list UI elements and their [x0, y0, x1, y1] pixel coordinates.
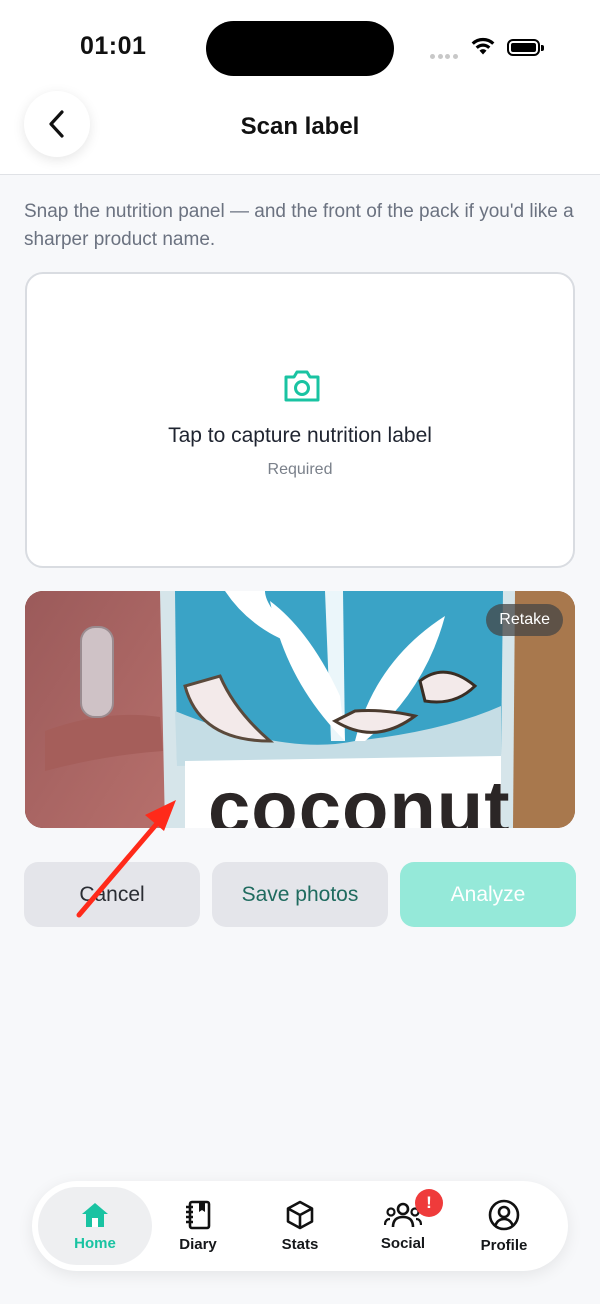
social-notification-badge: !	[415, 1189, 443, 1217]
status-time: 01:01	[80, 32, 147, 60]
retake-button[interactable]: Retake	[486, 604, 563, 636]
dynamic-island	[206, 21, 394, 76]
battery-icon	[507, 39, 544, 56]
cube-icon	[286, 1200, 314, 1229]
capture-nutrition-label-card[interactable]: Tap to capture nutrition label Required	[25, 272, 575, 568]
cellular-signal-icon	[430, 46, 460, 64]
camera-icon	[284, 370, 320, 402]
user-circle-icon	[488, 1199, 520, 1230]
capture-title: Tap to capture nutrition label	[168, 424, 432, 447]
scan-label-screen: 01:01 Scan label Snap the nutrition pane…	[0, 0, 600, 1304]
tab-home-label: Home	[74, 1234, 116, 1252]
tab-profile-label: Profile	[480, 1236, 528, 1254]
tab-diary[interactable]: Diary	[148, 1181, 248, 1271]
front-of-pack-photo: coconut Retake	[25, 591, 575, 828]
analyze-button[interactable]: Analyze	[400, 862, 576, 927]
notebook-icon	[186, 1200, 211, 1229]
capture-required-label: Required	[267, 461, 333, 478]
tab-home[interactable]: Home	[38, 1187, 152, 1265]
page-title: Scan label	[240, 113, 360, 140]
nav-header: Scan label	[0, 91, 600, 175]
bottom-tab-bar: Home Diary Stats Social ! Profile	[32, 1181, 568, 1271]
save-photos-button[interactable]: Save photos	[212, 862, 388, 927]
status-bar: 01:01	[0, 0, 600, 96]
cancel-button[interactable]: Cancel	[24, 862, 200, 927]
instructions-text: Snap the nutrition panel — and the front…	[24, 201, 574, 250]
tab-stats-label: Stats	[281, 1235, 319, 1253]
tab-stats[interactable]: Stats	[250, 1181, 350, 1271]
wifi-icon	[471, 37, 495, 55]
package-coconut-text: coconut	[208, 766, 511, 828]
tab-diary-label: Diary	[179, 1235, 217, 1253]
tab-profile[interactable]: Profile	[454, 1181, 554, 1271]
home-icon	[82, 1202, 108, 1227]
tab-social-label: Social	[380, 1234, 426, 1252]
